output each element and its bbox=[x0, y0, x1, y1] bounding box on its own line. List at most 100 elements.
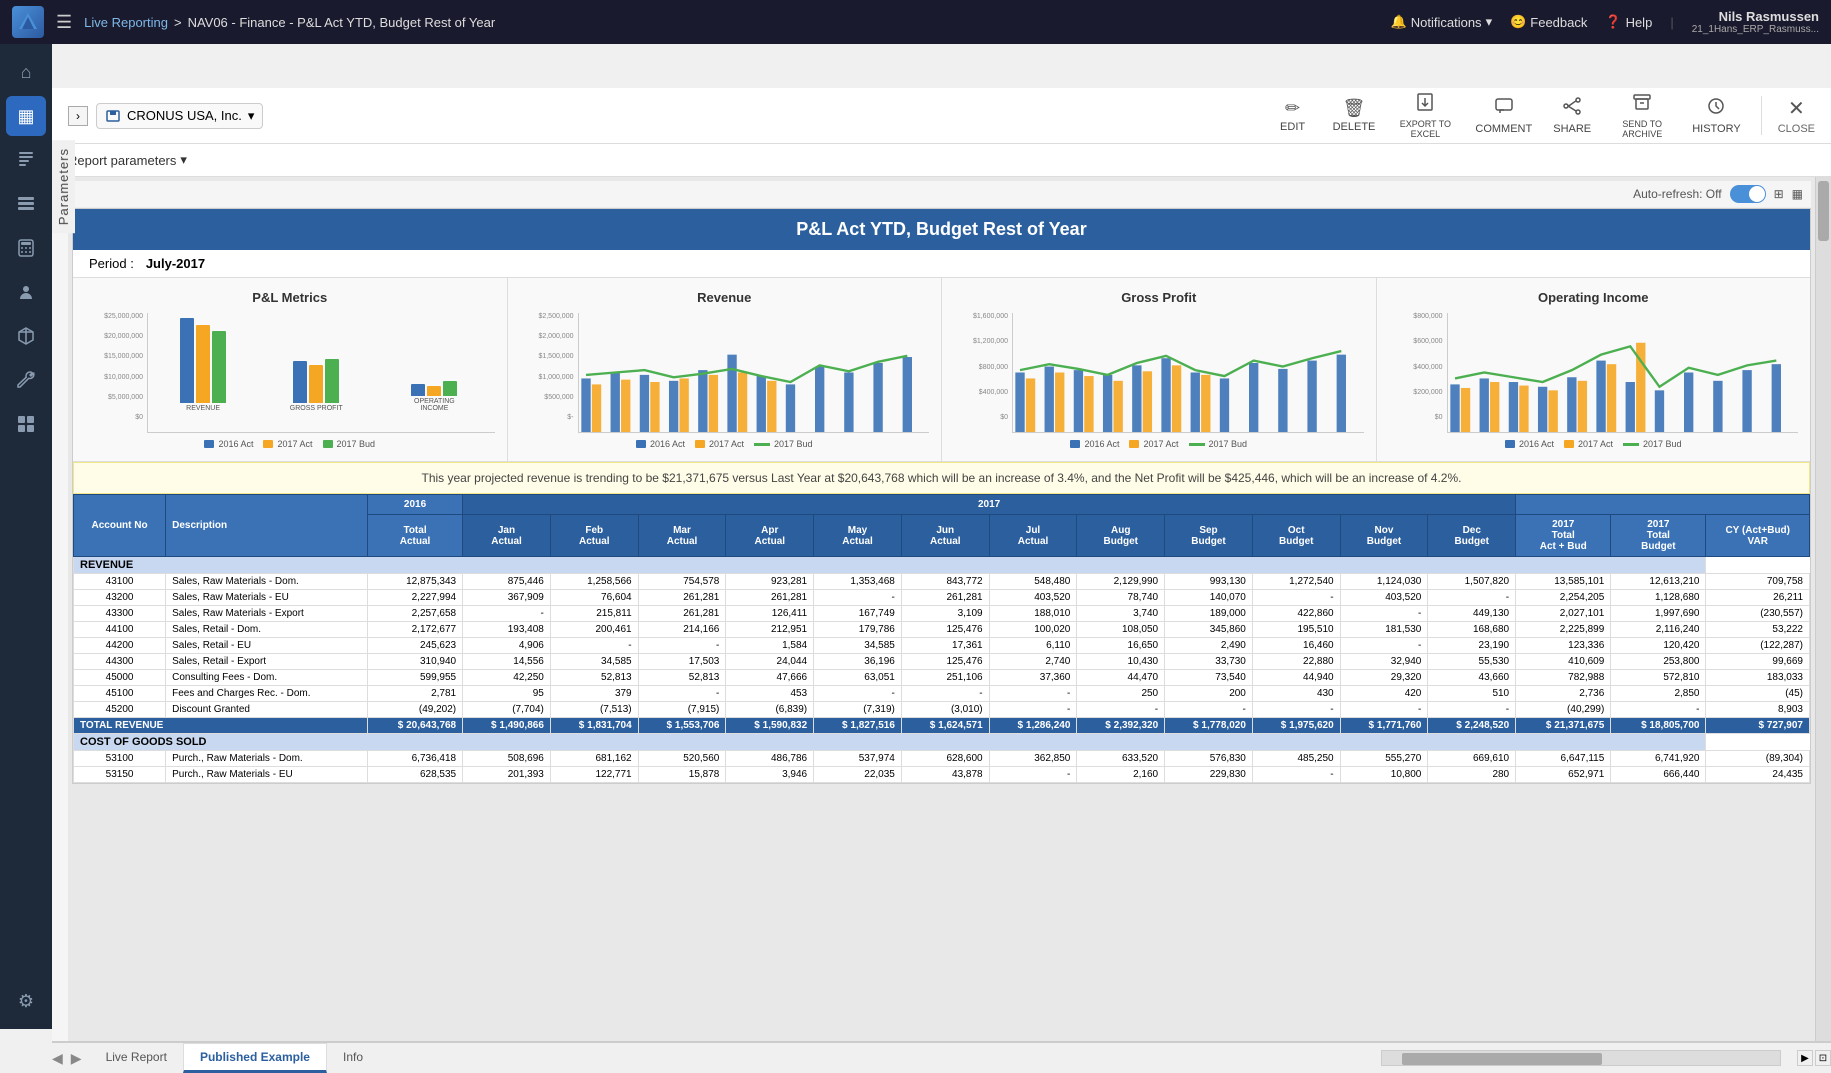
section-revenue-label: REVENUE bbox=[74, 557, 1706, 574]
history-icon bbox=[1706, 96, 1726, 121]
breadcrumb-sep: > bbox=[174, 15, 182, 30]
autorefresh-label: Auto-refresh: Off bbox=[1633, 187, 1721, 201]
params-label-text: Report parameters bbox=[68, 153, 176, 168]
close-icon: ✕ bbox=[1788, 96, 1805, 121]
table-row: 43300 Sales, Raw Materials - Export 2,25… bbox=[74, 606, 1810, 622]
delete-button[interactable]: 🗑 DELETE bbox=[1333, 98, 1376, 133]
share-button[interactable]: SHARE bbox=[1552, 96, 1592, 135]
col-cy-var: CY (Act+Bud)VAR bbox=[1706, 515, 1810, 557]
report-params-toggle[interactable]: Report parameters ▾ bbox=[68, 152, 187, 168]
company-name: CRONUS USA, Inc. bbox=[127, 108, 242, 123]
tab-published-example[interactable]: Published Example bbox=[183, 1043, 327, 1073]
user-name: Nils Rasmussen bbox=[1719, 9, 1819, 24]
horizontal-scrollbar[interactable] bbox=[1381, 1050, 1781, 1066]
chart-panel-gross-profit: Gross Profit $1,600,000 $1,200,000 $800,… bbox=[942, 278, 1377, 461]
revenue-chart-svg: Jun Feb Mar Apr May Jun Jul Aug Sep Oc bbox=[579, 313, 930, 432]
delete-icon: 🗑 bbox=[1343, 98, 1366, 119]
total-revenue-label: TOTAL REVENUE bbox=[74, 718, 368, 734]
bar-revenue-2016act bbox=[180, 318, 194, 403]
params-chevron-icon: ▾ bbox=[180, 152, 187, 168]
sidebar-item-list[interactable] bbox=[6, 184, 46, 224]
export-icon bbox=[1415, 92, 1435, 117]
vertical-scrollbar[interactable] bbox=[1815, 177, 1831, 1041]
report-scroll-area[interactable]: Auto-refresh: Off ⊞ ▦ P&L Act YTD, Budge… bbox=[68, 177, 1815, 1041]
table-row: 44300 Sales, Retail - Export 310,940 14,… bbox=[74, 654, 1810, 670]
toolbar-actions: ✏ EDIT 🗑 DELETE EXPORT TO EXCEL bbox=[1273, 92, 1815, 139]
table-row: 43100 Sales, Raw Materials - Dom. 12,875… bbox=[74, 574, 1810, 590]
hamburger-menu[interactable]: ☰ bbox=[56, 12, 72, 33]
col-jul: JulActual bbox=[989, 515, 1077, 557]
col-dec: DecBudget bbox=[1428, 515, 1516, 557]
sidebar-item-reports[interactable] bbox=[6, 140, 46, 180]
sidebar-item-users[interactable] bbox=[6, 272, 46, 312]
grid-view-icon[interactable]: ⊞ bbox=[1774, 187, 1784, 201]
params-sidebar-label: Parameters bbox=[52, 177, 75, 233]
sidebar-item-settings[interactable]: ⚙ bbox=[6, 981, 46, 1021]
section-revenue: REVENUE bbox=[74, 557, 1810, 574]
bar-opincome-2017bud bbox=[443, 381, 457, 396]
list-view-icon[interactable]: ▦ bbox=[1792, 187, 1803, 201]
feedback-btn[interactable]: 😊 Feedback bbox=[1510, 14, 1587, 30]
help-btn[interactable]: ❓ Help bbox=[1605, 14, 1652, 30]
bar-grossprofit-2017bud bbox=[325, 359, 339, 403]
history-button[interactable]: HISTORY bbox=[1692, 96, 1741, 135]
breadcrumb-current: NAV06 - Finance - P&L Act YTD, Budget Re… bbox=[188, 15, 496, 30]
sidebar-item-dashboard[interactable]: ▦ bbox=[6, 96, 46, 136]
scroll-right-btn[interactable]: ▶ bbox=[1797, 1050, 1813, 1066]
sidebar-item-tools[interactable] bbox=[6, 360, 46, 400]
gross-profit-chart-svg: Jan Feb Mar Apr May Jun Jul Aug Sep Oc bbox=[1013, 313, 1364, 432]
sidebar-item-apps[interactable] bbox=[6, 404, 46, 444]
col-header-2017-totals bbox=[1516, 495, 1810, 515]
sidebar-item-home[interactable]: ⌂ bbox=[6, 52, 46, 92]
params-bar: Report parameters ▾ bbox=[52, 144, 1831, 177]
chart-legend-operating-income: 2016 Act 2017 Act 2017 Bud bbox=[1389, 439, 1799, 449]
scroll-expand-btn[interactable]: ⊡ bbox=[1815, 1050, 1831, 1066]
send-to-archive-button[interactable]: SEND TO ARCHIVE bbox=[1612, 92, 1672, 139]
tab-nav-prev[interactable]: ◀ bbox=[52, 1050, 63, 1067]
sidebar-item-cubes[interactable] bbox=[6, 316, 46, 356]
tab-nav-next[interactable]: ▶ bbox=[71, 1050, 82, 1067]
sidebar-item-calculator[interactable] bbox=[6, 228, 46, 268]
left-sidebar: ⌂ ▦ bbox=[0, 44, 52, 1029]
chart-title-pl: P&L Metrics bbox=[85, 290, 495, 305]
acct-43100: 43100 bbox=[74, 574, 166, 590]
chart-legend-gross-profit: 2016 Act 2017 Act 2017 Bud bbox=[954, 439, 1364, 449]
table-row: 45000 Consulting Fees - Dom. 599,955 42,… bbox=[74, 670, 1810, 686]
user-subtitle: 21_1Hans_ERP_Rasmuss... bbox=[1692, 24, 1819, 35]
charts-row: P&L Metrics $25,000,000 $20,000,000 $15,… bbox=[73, 278, 1810, 462]
sidebar-toggle[interactable]: › bbox=[68, 106, 88, 126]
user-info: Nils Rasmussen 21_1Hans_ERP_Rasmuss... bbox=[1692, 9, 1819, 35]
table-row: 43200 Sales, Raw Materials - EU 2,227,99… bbox=[74, 590, 1810, 606]
col-feb: FebActual bbox=[550, 515, 638, 557]
chart-panel-pl-metrics: P&L Metrics $25,000,000 $20,000,000 $15,… bbox=[73, 278, 508, 461]
archive-icon bbox=[1632, 92, 1652, 117]
col-2017-total-budget: 2017TotalBudget bbox=[1611, 515, 1706, 557]
report-title: P&L Act YTD, Budget Rest of Year bbox=[73, 209, 1810, 250]
company-selector[interactable]: CRONUS USA, Inc. ▾ bbox=[96, 103, 263, 129]
comment-button[interactable]: COMMENT bbox=[1475, 96, 1532, 135]
table-row: 53150 Purch., Raw Materials - EU 628,535… bbox=[74, 767, 1810, 783]
tab-live-report[interactable]: Live Report bbox=[90, 1044, 183, 1073]
breadcrumb: Live Reporting > NAV06 - Finance - P&L A… bbox=[84, 15, 495, 30]
app-logo bbox=[12, 6, 44, 38]
main-content: › CRONUS USA, Inc. ▾ ✏ EDIT 🗑 DELETE bbox=[52, 88, 1831, 1073]
col-sep: SepBudget bbox=[1165, 515, 1253, 557]
bar-revenue-2017bud bbox=[212, 331, 226, 403]
company-dropdown-icon: ▾ bbox=[248, 108, 255, 124]
export-to-excel-button[interactable]: EXPORT TO EXCEL bbox=[1395, 92, 1455, 139]
table-row: 44100 Sales, Retail - Dom. 2,172,677 193… bbox=[74, 622, 1810, 638]
edit-button[interactable]: ✏ EDIT bbox=[1273, 98, 1313, 133]
bar-grossprofit-2017act bbox=[309, 365, 323, 403]
tab-info[interactable]: Info bbox=[327, 1044, 379, 1073]
operating-income-chart-svg: Jan Feb Mar Apr May Jun Jul Aug Sep Oc bbox=[1448, 313, 1799, 432]
top-nav: ☰ Live Reporting > NAV06 - Finance - P&L… bbox=[0, 0, 1831, 44]
col-mar: MarActual bbox=[638, 515, 726, 557]
notifications-btn[interactable]: 🔔 Notifications ▾ bbox=[1391, 14, 1493, 30]
close-button[interactable]: ✕ CLOSE bbox=[1761, 96, 1815, 135]
bottom-tabs-bar: ◀ ▶ Live Report Published Example Info ▶… bbox=[52, 1041, 1831, 1073]
autorefresh-bar: Auto-refresh: Off ⊞ ▦ bbox=[72, 181, 1811, 208]
col-oct: OctBudget bbox=[1252, 515, 1340, 557]
chart-legend-revenue: 2016 Act 2017 Act 2017 Bud bbox=[520, 439, 930, 449]
breadcrumb-live-reporting[interactable]: Live Reporting bbox=[84, 15, 168, 30]
autorefresh-toggle[interactable] bbox=[1730, 185, 1766, 203]
